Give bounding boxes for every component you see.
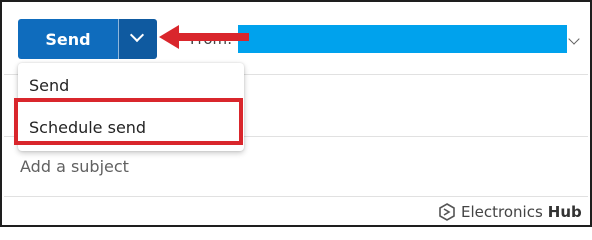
send-options-dropdown-button[interactable] [118, 19, 157, 59]
divider [4, 196, 588, 197]
electronics-hub-logo-icon [439, 203, 455, 221]
screenshot-frame: From: o Add a subject Send Send Schedule… [0, 0, 592, 227]
red-arrow-annotation-icon [159, 25, 249, 49]
chevron-down-icon [129, 27, 145, 43]
red-highlight-annotation [14, 98, 243, 145]
menu-item-label: Send [29, 75, 70, 95]
watermark: Electronics Hub [438, 200, 582, 224]
watermark-brand: Electronics [461, 203, 543, 221]
chevron-down-icon[interactable] [568, 33, 580, 45]
watermark-brand-bold: Hub [547, 203, 582, 221]
from-address-redaction [238, 25, 567, 53]
send-button-label: Send [45, 29, 91, 49]
subject-input[interactable]: Add a subject [20, 157, 129, 176]
send-button[interactable]: Send [18, 19, 118, 59]
